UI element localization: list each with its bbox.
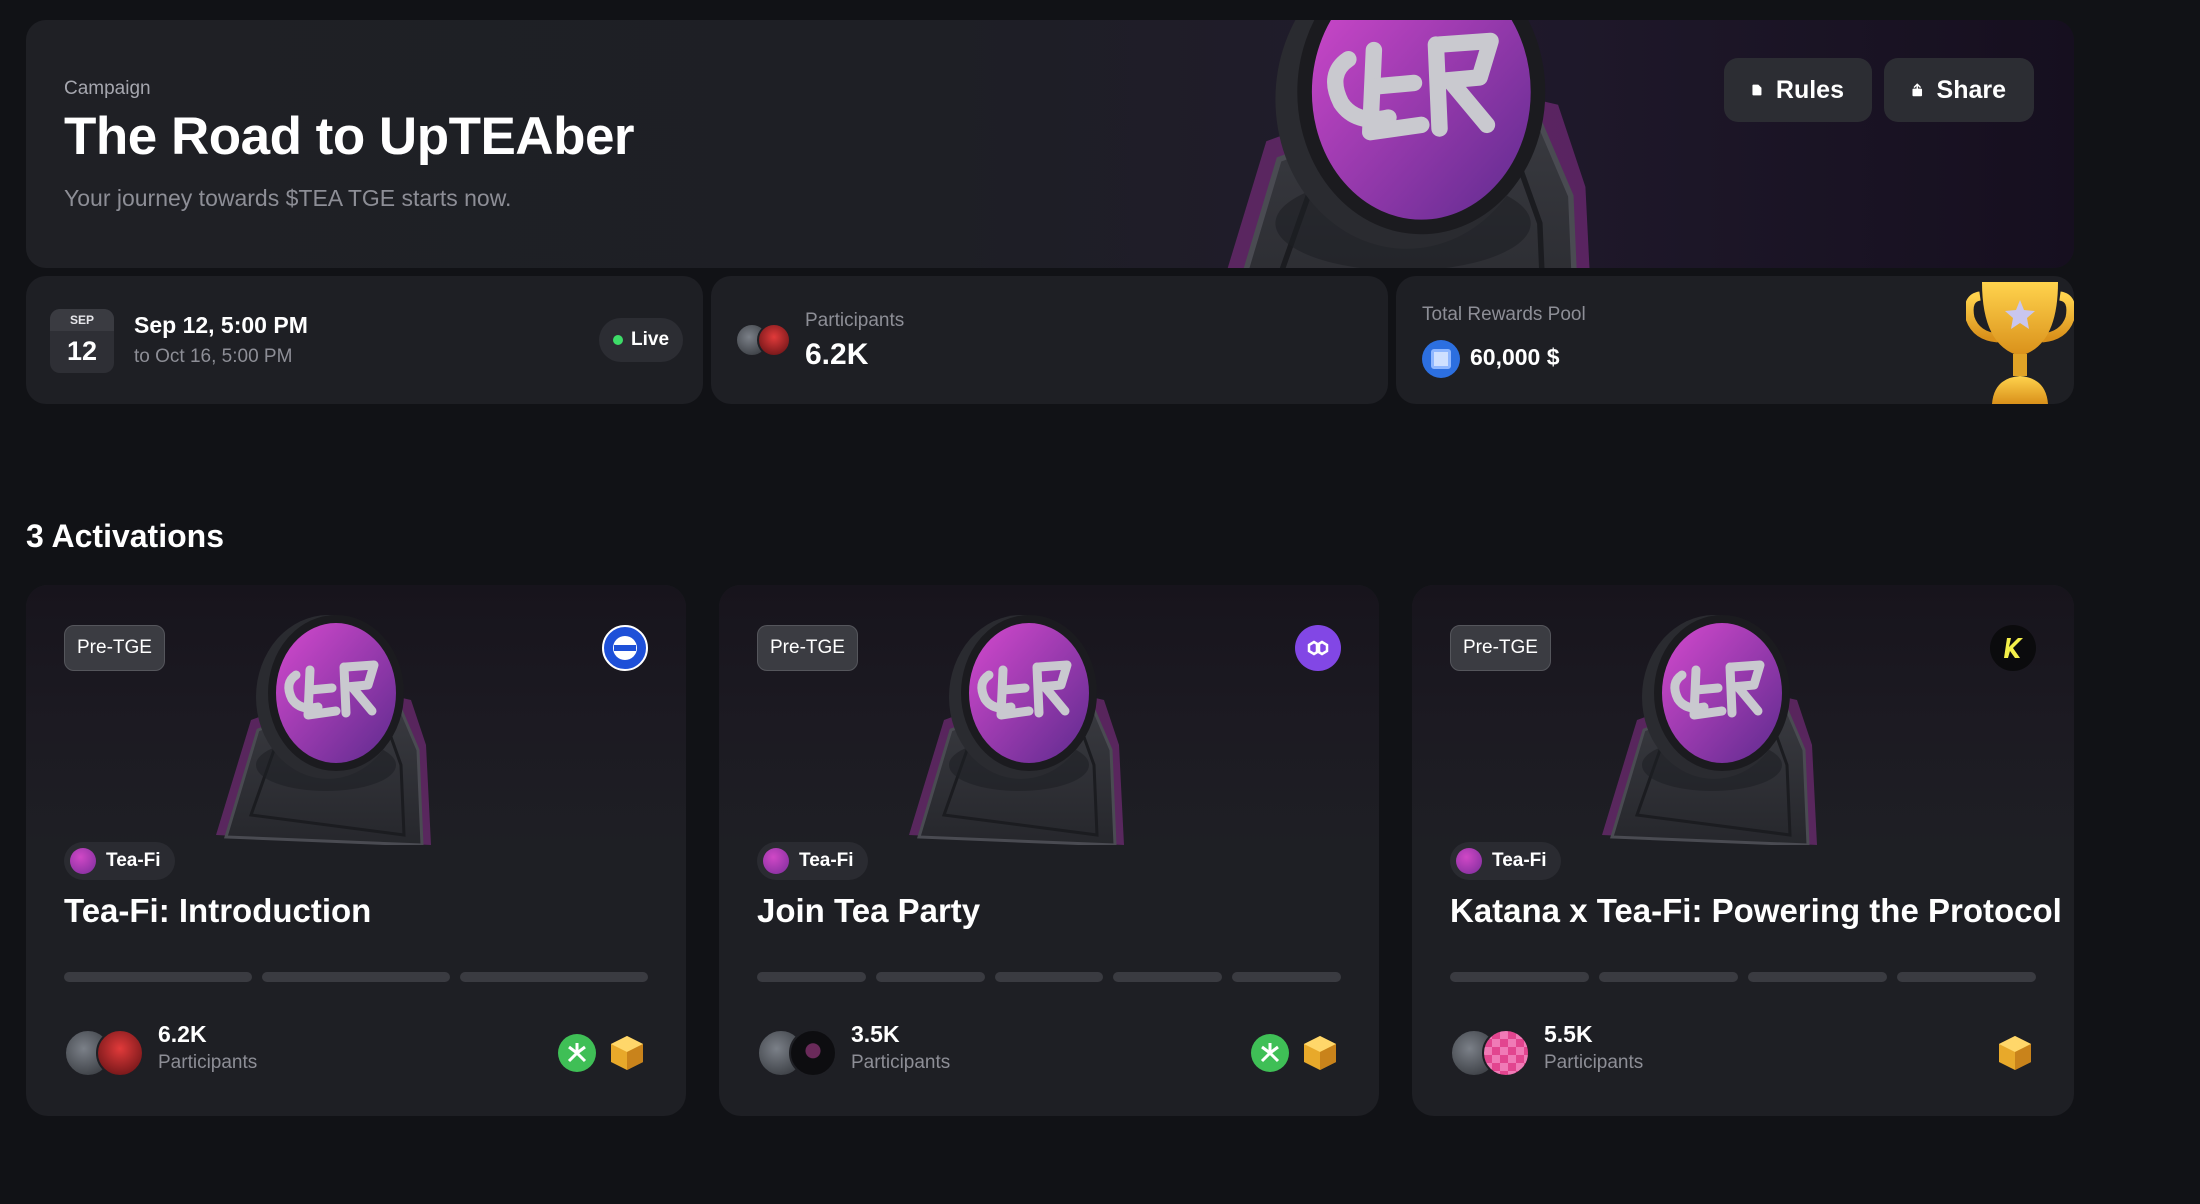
progress-step — [994, 972, 1104, 982]
participant-avatars — [735, 323, 791, 357]
activation-title: Katana x Tea-Fi: Powering the Protocol — [1450, 892, 2062, 929]
participant-count: 6.2K — [158, 1021, 207, 1047]
pre-tge-badge: Pre-TGE — [757, 625, 858, 671]
progress-steps — [757, 972, 1341, 982]
brand-name: Tea-Fi — [799, 850, 854, 871]
brand-chip: Tea-Fi — [757, 842, 868, 880]
campaign-dates-card: SEP 12 Sep 12, 5:00 PM to Oct 16, 5:00 P… — [26, 276, 703, 404]
progress-step — [1232, 972, 1341, 982]
status-badge: Live — [599, 318, 684, 362]
tea-coin-image — [196, 615, 536, 845]
share-label: Share — [1936, 75, 2006, 104]
activation-title: Tea-Fi: Introduction — [64, 892, 372, 929]
coin-icon — [1422, 340, 1460, 378]
activation-card[interactable]: Pre-TGE Tea-Fi Katana x Tea-Fi: Powering… — [1412, 585, 2074, 1116]
rules-button[interactable]: Rules — [1724, 58, 1872, 122]
rules-label: Rules — [1775, 75, 1844, 104]
brand-chip: Tea-Fi — [1450, 842, 1561, 880]
share-icon — [1912, 83, 1923, 97]
tea-fi-logo-icon — [1456, 848, 1482, 874]
reward-icons — [1249, 1032, 1341, 1074]
trophy-icon — [1966, 282, 2074, 404]
pre-tge-badge: Pre-TGE — [64, 625, 165, 671]
tea-coin-image — [1582, 615, 1922, 845]
avatar — [789, 1029, 837, 1077]
participant-avatars — [64, 1029, 144, 1077]
rewards-pool-card: Total Rewards Pool 60,000 $ — [1396, 276, 2074, 404]
gold-cube-icon — [1994, 1032, 2036, 1074]
share-button[interactable]: Share — [1884, 58, 2034, 122]
live-dot-icon — [613, 335, 623, 345]
hero-label: Campaign — [64, 78, 151, 99]
participant-avatars — [1450, 1029, 1530, 1077]
activation-card[interactable]: Pre-TGE Tea-Fi Tea-Fi: Introduction 6.2K… — [26, 585, 686, 1116]
reward-icons — [556, 1032, 648, 1074]
calendar-day: 12 — [66, 336, 98, 366]
participant-count: 5.5K — [1544, 1021, 1593, 1047]
participant-count-label: Participants — [158, 1052, 258, 1073]
progress-steps — [64, 972, 648, 982]
chain-blue-icon — [602, 625, 648, 671]
rewards-pool-label: Total Rewards Pool — [1422, 304, 1586, 325]
calendar-badge: SEP 12 — [50, 309, 114, 373]
activation-card[interactable]: Pre-TGE Tea-Fi Join Tea Party 3.5K Parti… — [719, 585, 1379, 1116]
progress-step — [875, 972, 985, 982]
brand-name: Tea-Fi — [1492, 850, 1547, 871]
hero-subtitle: Your journey towards $TEA TGE starts now… — [64, 185, 512, 211]
status-label: Live — [631, 329, 670, 350]
participants-value: 6.2K — [805, 338, 869, 371]
avatar — [757, 323, 791, 357]
start-date: Sep 12, 5:00 PM — [134, 312, 308, 338]
document-icon — [1752, 84, 1762, 96]
participants-label: Participants — [805, 310, 905, 331]
tea-fi-logo-icon — [763, 848, 789, 874]
progress-step — [64, 972, 252, 982]
avatar — [1482, 1029, 1530, 1077]
green-token-icon — [1249, 1032, 1291, 1074]
progress-step — [1450, 972, 1589, 982]
progress-step — [460, 972, 648, 982]
gold-cube-icon — [606, 1032, 648, 1074]
activations-title: 3 Activations — [26, 518, 224, 554]
participants-card: Participants 6.2K — [711, 276, 1388, 404]
participant-count-label: Participants — [851, 1052, 951, 1073]
reward-icons — [1994, 1032, 2036, 1074]
tea-fi-logo-icon — [70, 848, 96, 874]
tea-coin-hero-image — [1166, 20, 1786, 268]
green-token-icon — [556, 1032, 598, 1074]
progress-step — [757, 972, 866, 982]
participant-count-label: Participants — [1544, 1052, 1644, 1073]
progress-steps — [1450, 972, 2036, 982]
progress-step — [1748, 972, 1887, 982]
calendar-month: SEP — [50, 309, 114, 331]
avatar — [96, 1029, 144, 1077]
progress-step — [1113, 972, 1223, 982]
brand-chip: Tea-Fi — [64, 842, 175, 880]
participant-count: 3.5K — [851, 1021, 900, 1047]
rewards-pool-value: 60,000 $ — [1470, 344, 1560, 370]
katana-icon — [1990, 625, 2036, 671]
participant-avatars — [757, 1029, 837, 1077]
brand-name: Tea-Fi — [106, 850, 161, 871]
progress-step — [1599, 972, 1738, 982]
progress-step — [262, 972, 450, 982]
activation-title: Join Tea Party — [757, 892, 981, 929]
tea-coin-image — [889, 615, 1229, 845]
progress-step — [1897, 972, 2036, 982]
page-title: The Road to UpTEAber — [64, 107, 635, 166]
gold-cube-icon — [1299, 1032, 1341, 1074]
campaign-hero: Campaign The Road to UpTEAber Your journ… — [26, 20, 2074, 268]
pre-tge-badge: Pre-TGE — [1450, 625, 1551, 671]
polygon-icon — [1295, 625, 1341, 671]
end-date: to Oct 16, 5:00 PM — [134, 346, 293, 367]
